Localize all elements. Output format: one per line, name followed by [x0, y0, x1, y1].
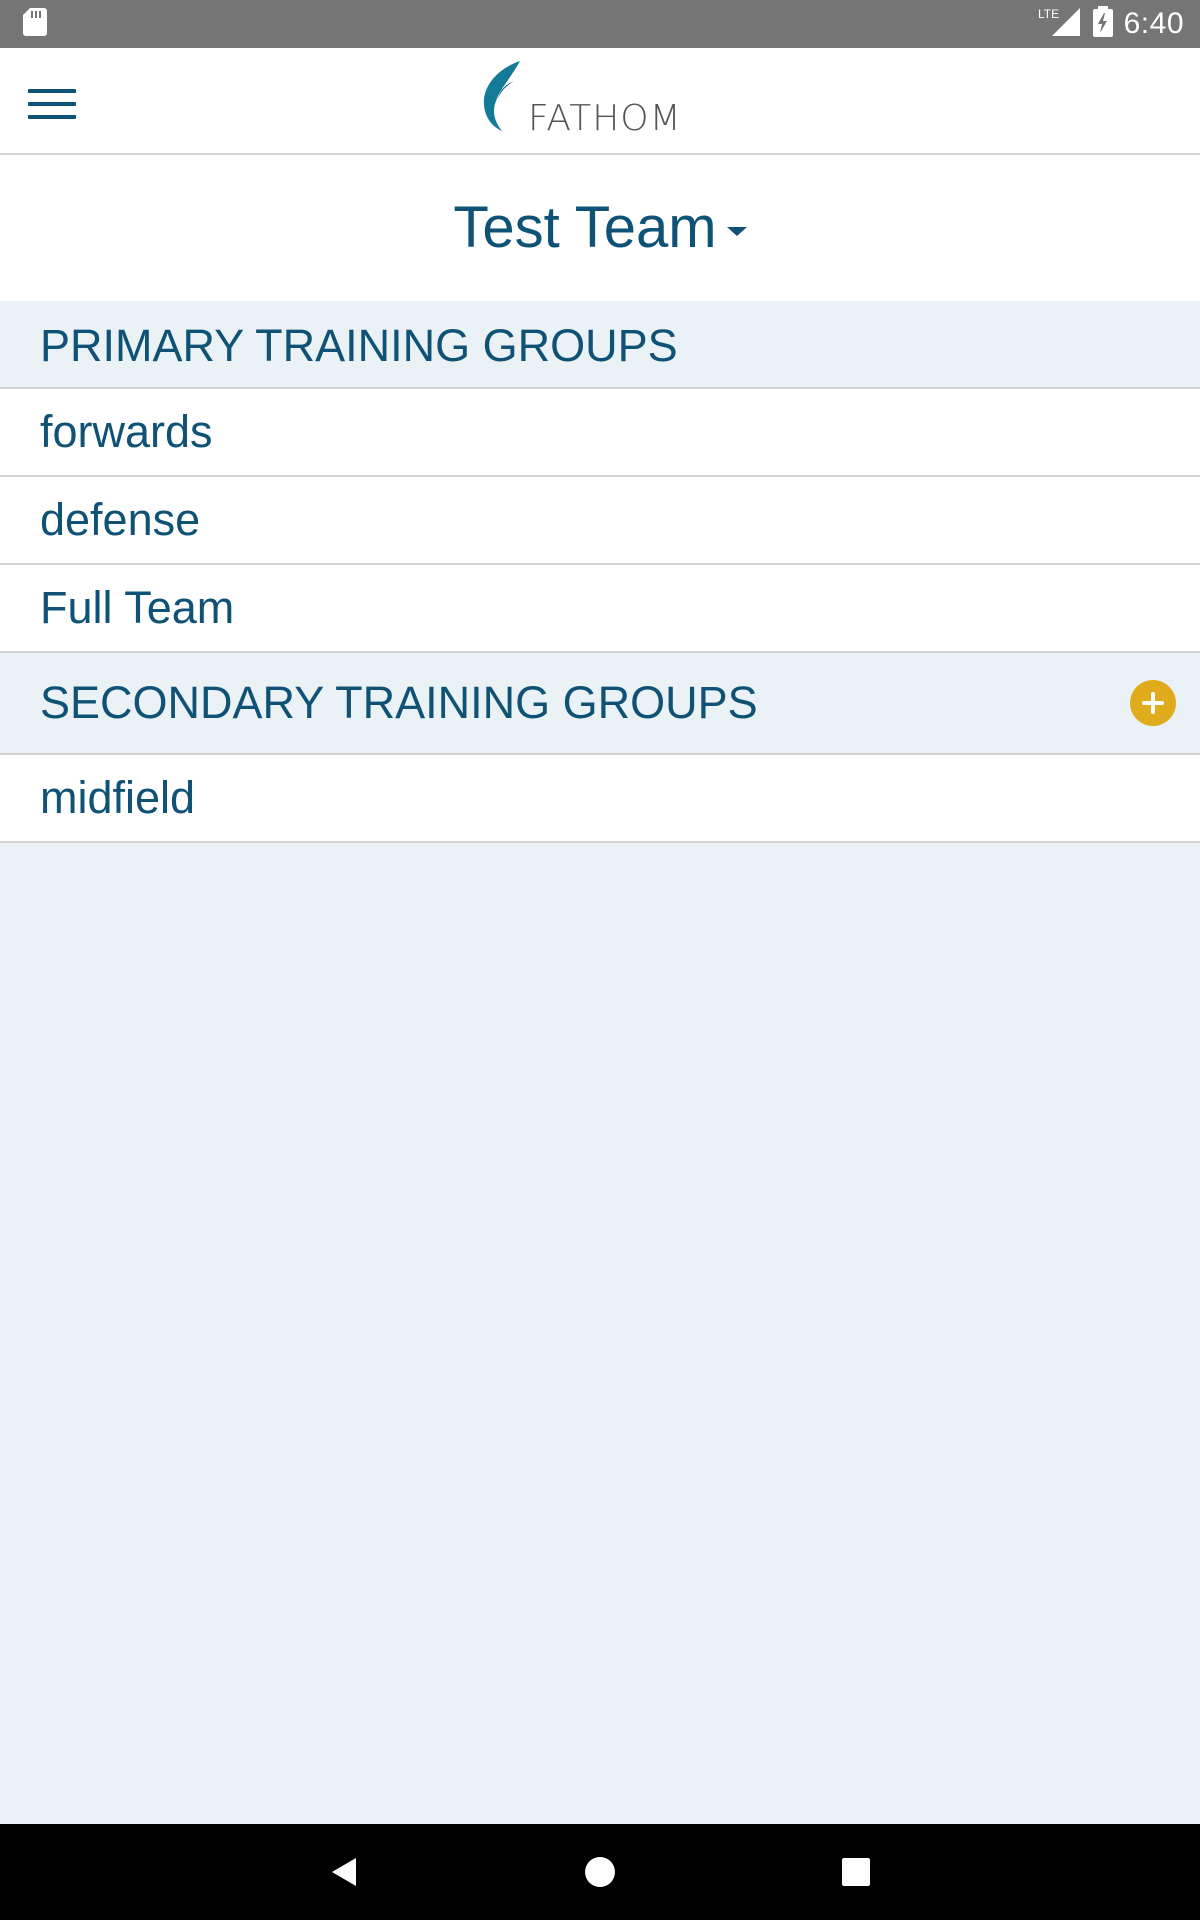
list-item-label: defense [40, 494, 201, 545]
home-icon[interactable] [580, 1852, 620, 1892]
sd-card-icon [22, 7, 48, 42]
primary-groups-title: PRIMARY TRAINING GROUPS [40, 320, 678, 371]
secondary-groups-title: SECONDARY TRAINING GROUPS [40, 677, 758, 728]
status-bar: LTE 6:40 [0, 0, 1200, 48]
list-item-full-team[interactable]: Full Team [0, 565, 1200, 653]
recents-icon[interactable] [836, 1852, 876, 1892]
back-icon[interactable] [326, 1852, 366, 1892]
network-type-label: LTE [1038, 7, 1059, 21]
team-header: Test Team [0, 155, 1200, 301]
list-item-midfield[interactable]: midfield [0, 755, 1200, 843]
secondary-groups-header: SECONDARY TRAINING GROUPS [0, 653, 1200, 755]
list-item-forwards[interactable]: forwards [0, 389, 1200, 477]
system-nav-bar [0, 1824, 1200, 1920]
team-selector[interactable]: Test Team [453, 195, 747, 260]
caret-down-icon [726, 226, 747, 236]
status-time: 6:40 [1123, 7, 1184, 40]
brand-logo: FATHOM [474, 61, 682, 140]
list-item-label: Full Team [40, 582, 235, 633]
training-groups-list: PRIMARY TRAINING GROUPS forwards defense… [0, 301, 1200, 843]
signal-icon: LTE [1038, 6, 1082, 43]
brand-name: FATHOM [528, 98, 682, 139]
battery-charging-icon [1092, 5, 1114, 43]
team-name: Test Team [453, 195, 717, 260]
list-item-label: forwards [40, 406, 213, 457]
app-bar: FATHOM [0, 48, 1200, 155]
primary-groups-header: PRIMARY TRAINING GROUPS [0, 301, 1200, 389]
menu-icon[interactable] [18, 72, 86, 136]
status-icons: LTE 6:40 [1038, 5, 1184, 43]
add-circle-icon[interactable] [1130, 680, 1176, 726]
list-item-defense[interactable]: defense [0, 477, 1200, 565]
list-item-label: midfield [40, 772, 196, 823]
fathom-logo-icon [474, 59, 524, 140]
